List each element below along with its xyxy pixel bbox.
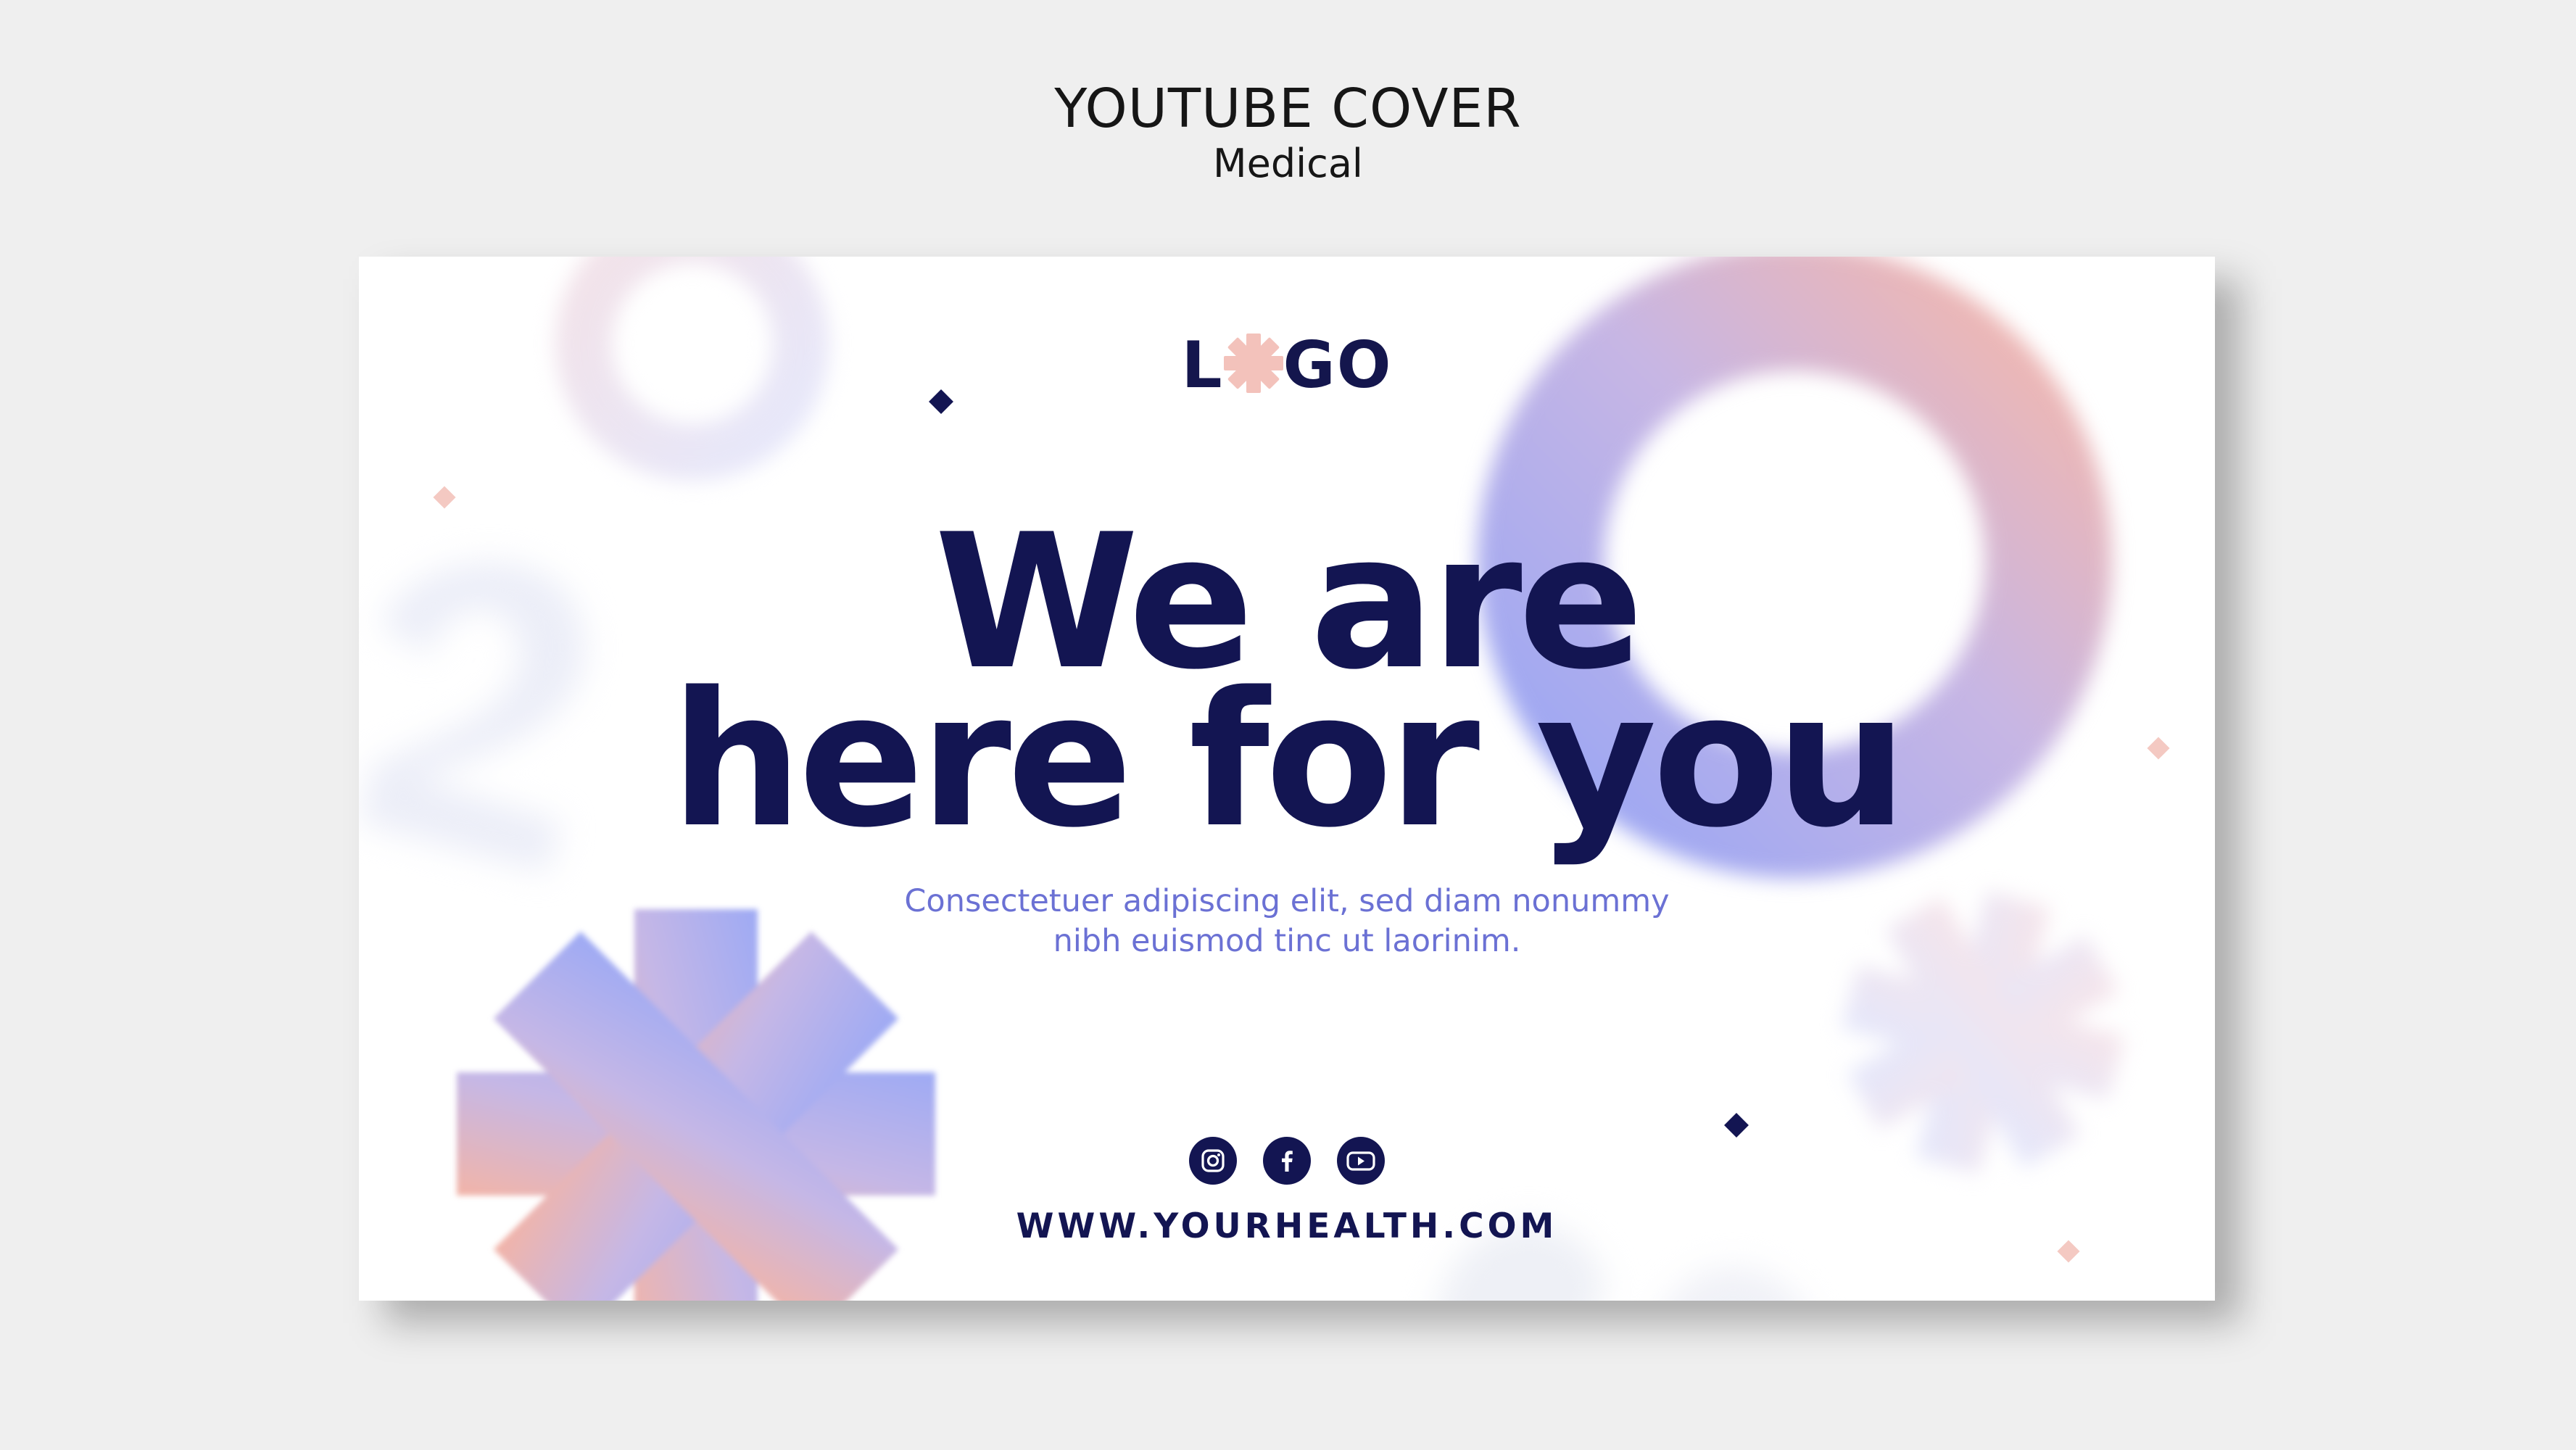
youtube-icon[interactable] [1337, 1137, 1385, 1185]
preview-subtitle: Medical [1213, 141, 1363, 186]
body-text-line-2: nibh euismod tinc ut laorinim. [1053, 923, 1521, 959]
logo-letter-l: L [1181, 328, 1224, 402]
social-links [359, 1137, 2215, 1185]
youtube-cover-card: L GO We are here for you Consectetuer ad… [359, 257, 2215, 1301]
brand-logo: L GO [359, 329, 2215, 402]
instagram-icon[interactable] [1189, 1137, 1237, 1185]
navy-diamond-decoration [1724, 1113, 1749, 1138]
preview-header: YOUTUBE COVER Medical [0, 78, 2576, 187]
asterisk-icon [1223, 334, 1283, 393]
headline: We are here for you [359, 510, 2215, 869]
headline-line-2: here for you [670, 652, 1908, 869]
pink-diamond-decoration [433, 486, 456, 509]
body-text: Consectetuer adipiscing elit, sed diam n… [359, 882, 2215, 961]
body-text-line-1: Consectetuer adipiscing elit, sed diam n… [904, 883, 1670, 919]
facebook-icon[interactable] [1263, 1137, 1311, 1185]
logo-letters-go: GO [1283, 328, 1393, 402]
website-url[interactable]: WWW.YOURHEALTH.COM [359, 1205, 2215, 1248]
preview-title: YOUTUBE COVER [1054, 78, 1522, 140]
